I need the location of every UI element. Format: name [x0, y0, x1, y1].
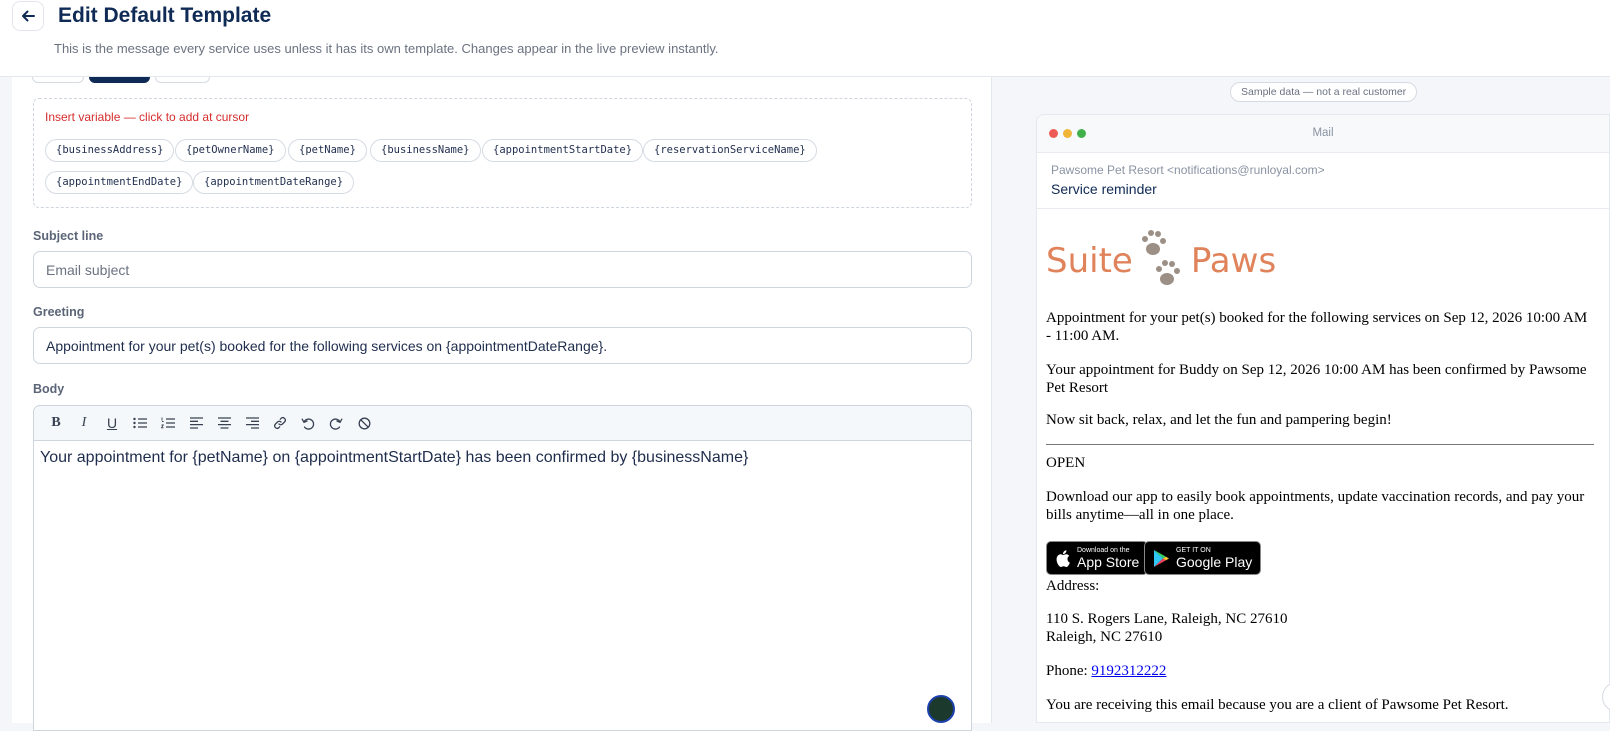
preview-greeting: Appointment for your pet(s) booked for t… — [1046, 310, 1588, 344]
variable-chip-appointment-date-range[interactable]: {appointmentDateRange} — [193, 171, 355, 194]
variable-chip-appointment-end-date[interactable]: {appointmentEndDate} — [45, 171, 194, 194]
mail-subject: Service reminder — [1051, 181, 1157, 197]
preview-address-line1: 110 S. Rogers Lane, Raleigh, NC 27610 — [1046, 611, 1288, 627]
link-icon[interactable] — [266, 410, 294, 436]
mail-preview-window: Mail Pawsome Pet Resort <notifications@r… — [1036, 114, 1610, 723]
sample-data-badge: Sample data — not a real customer — [1230, 82, 1418, 102]
preview-phone-label: Phone: — [1046, 663, 1088, 679]
back-button[interactable] — [12, 1, 44, 31]
brand-logo-left: Suite — [1046, 241, 1133, 281]
body-toolbar: B I U — [33, 405, 972, 441]
preview-address-line2: Raleigh, NC 27610 — [1046, 629, 1163, 645]
google-play-icon — [1154, 549, 1169, 567]
subject-input[interactable] — [33, 251, 972, 288]
page-header: Edit Default Template This is the messag… — [0, 0, 1610, 77]
tab-stub-active[interactable] — [89, 77, 150, 83]
mail-app-title: Mail — [1312, 127, 1334, 139]
body-label: Body — [33, 382, 65, 396]
grammar-assistant-icon[interactable] — [927, 695, 955, 723]
google-play-big-text: Google Play — [1176, 553, 1253, 570]
variable-chip-pet-name[interactable]: {petName} — [288, 139, 367, 162]
underline-icon[interactable]: U — [98, 410, 126, 436]
preview-phone-link[interactable]: 9192312222 — [1091, 663, 1166, 679]
live-preview-panel: Sample data — not a real customer Mail P… — [1015, 77, 1610, 723]
undo-icon[interactable] — [294, 410, 322, 436]
greeting-input[interactable] — [33, 327, 972, 364]
preview-closing: Now sit back, relax, and let the fun and… — [1046, 412, 1392, 428]
variable-chip-reservation-service-name[interactable]: {reservationServiceName} — [643, 139, 817, 162]
variable-picker-label: Insert variable — click to add at cursor — [45, 110, 250, 124]
tab-stub-3[interactable] — [155, 77, 210, 83]
brand-logo: Suite Paws — [1046, 227, 1276, 295]
app-store-big-text: App Store — [1077, 553, 1140, 570]
template-editor-panel: Insert variable — click to add at cursor… — [12, 77, 992, 731]
preview-footer: You are receiving this email because you… — [1046, 697, 1509, 713]
preview-open-label: OPEN — [1046, 455, 1086, 471]
brand-logo-right: Paws — [1190, 241, 1277, 281]
mail-from: Pawsome Pet Resort <notifications@runloy… — [1051, 163, 1325, 177]
page-subtitle: This is the message every service uses u… — [54, 41, 719, 56]
align-right-icon[interactable] — [238, 410, 266, 436]
bullet-list-icon[interactable] — [126, 410, 154, 436]
preview-app-promo: Download our app to easily book appointm… — [1046, 489, 1585, 523]
google-play-button[interactable]: GET IT ON Google Play — [1144, 541, 1262, 575]
body-editor[interactable]: Your appointment for {petName} on {appoi… — [33, 441, 972, 731]
align-left-icon[interactable] — [182, 410, 210, 436]
arrow-left-icon — [22, 10, 35, 22]
preview-body: Your appointment for Buddy on Sep 12, 20… — [1046, 362, 1587, 396]
align-center-icon[interactable] — [210, 410, 238, 436]
subject-label: Subject line — [33, 229, 104, 243]
variable-chip-appointment-start-date[interactable]: {appointmentStartDate} — [482, 139, 644, 162]
apple-icon — [1056, 549, 1070, 567]
variable-chip-pet-owner-name[interactable]: {petOwnerName} — [175, 139, 286, 162]
preview-phone-row: Phone: 9192312222 — [1046, 662, 1594, 680]
bold-icon[interactable]: B — [42, 410, 70, 436]
page-title: Edit Default Template — [58, 4, 272, 27]
redo-icon[interactable] — [322, 410, 350, 436]
mail-header: Pawsome Pet Resort <notifications@runloy… — [1037, 153, 1609, 209]
divider — [1046, 444, 1594, 445]
greeting-label: Greeting — [33, 305, 85, 319]
mail-titlebar: Mail — [1037, 115, 1609, 153]
variable-picker: Insert variable — click to add at cursor… — [33, 98, 972, 208]
preview-address-label: Address: — [1046, 578, 1100, 594]
paw-prints-icon — [1141, 230, 1180, 285]
italic-icon[interactable]: I — [70, 410, 98, 436]
app-store-button[interactable]: Download on the App Store — [1046, 541, 1149, 575]
numbered-list-icon[interactable] — [154, 410, 182, 436]
variable-chip-business-name[interactable]: {businessName} — [370, 139, 481, 162]
tab-stub-1[interactable] — [32, 77, 84, 83]
variable-chip-business-address[interactable]: {businessAddress} — [45, 139, 175, 162]
clear-format-icon[interactable] — [350, 410, 378, 436]
